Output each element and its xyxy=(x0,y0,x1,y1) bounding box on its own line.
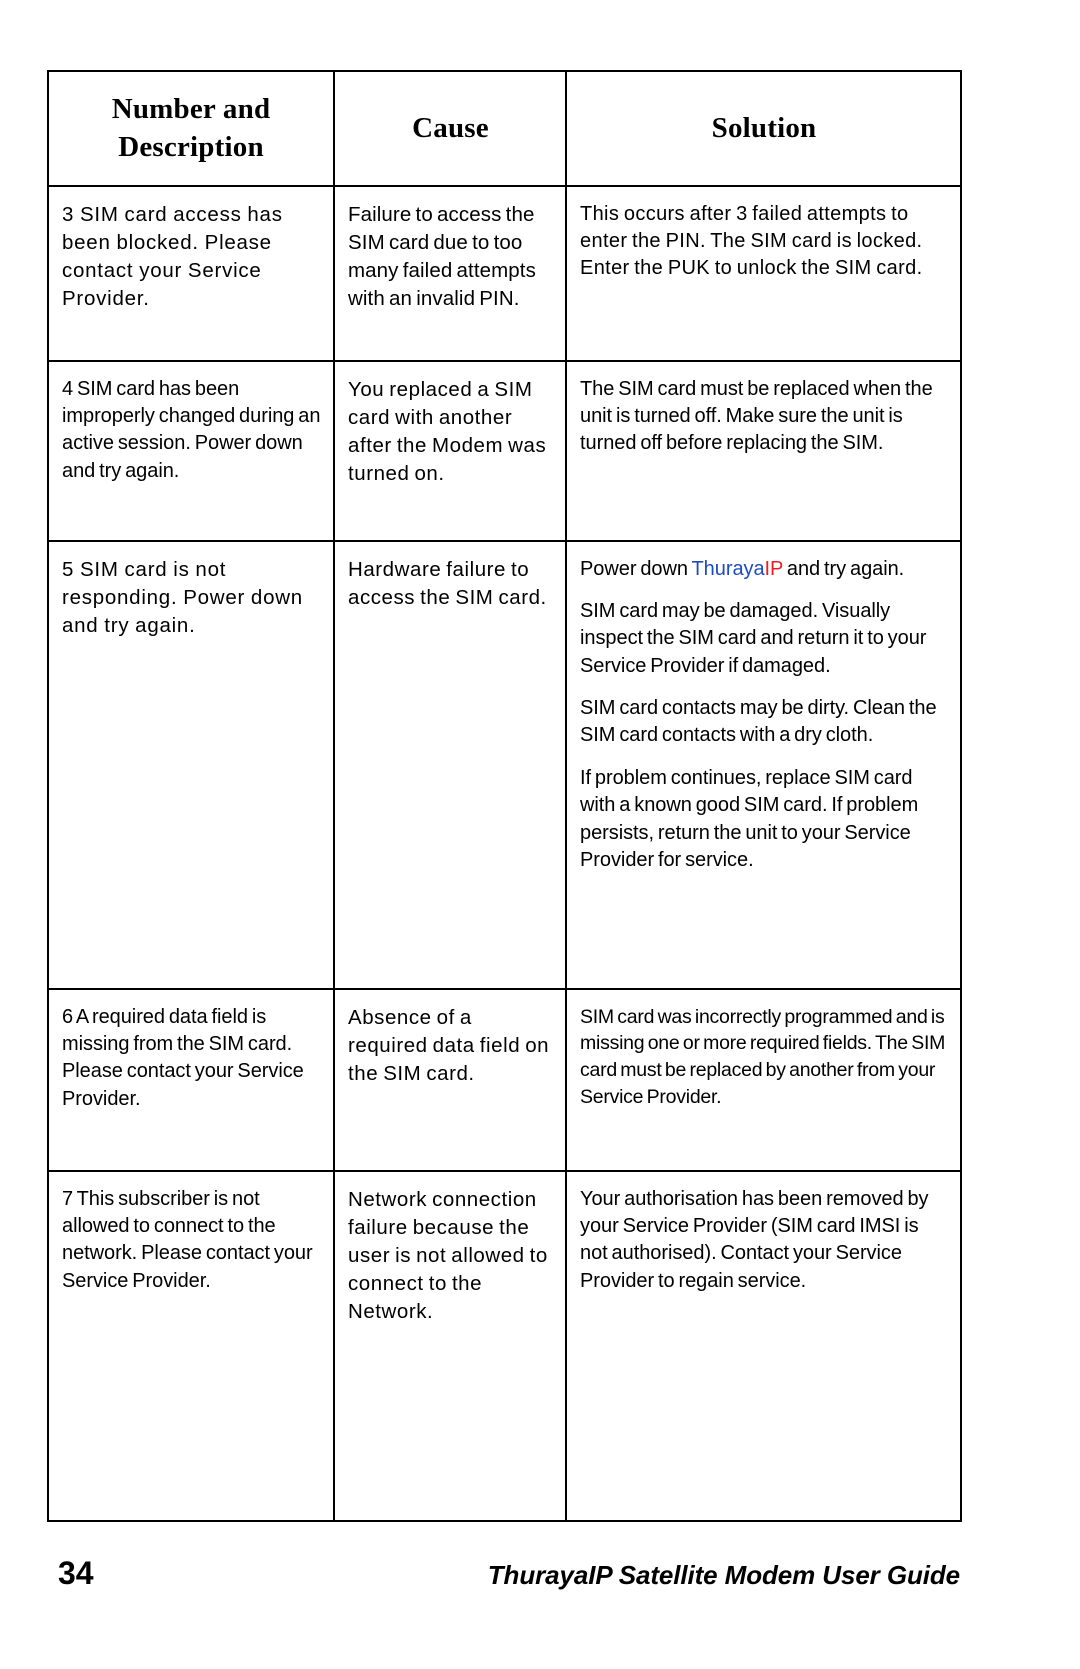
solution-paragraph: SIM card was incorrectly programmed and … xyxy=(580,1005,946,1108)
solution-paragraph: Your authorisation has been removed by y… xyxy=(580,1187,929,1292)
cell-number-description: 3 SIM card access has been blocked. Plea… xyxy=(47,184,335,362)
cell-solution: Your authorisation has been removed by y… xyxy=(565,1169,962,1522)
table-row: 5 SIM card is not responding. Power down… xyxy=(47,539,962,990)
solution-text-suffix: and try again. xyxy=(782,557,905,580)
cell-solution: SIM card was incorrectly programmed and … xyxy=(565,987,962,1172)
table-row: 6 A required data field is missing from … xyxy=(47,987,962,1172)
table-row: 4 SIM card has been improperly changed d… xyxy=(47,359,962,542)
document-page: Number and Description Cause Solution 3 … xyxy=(0,0,1080,1669)
solution-paragraph: If problem continues, replace SIM card w… xyxy=(580,766,919,872)
solution-paragraph: This occurs after 3 failed attempts to e… xyxy=(580,202,923,280)
cell-cause: Network connection failure because the u… xyxy=(333,1169,567,1522)
solution-paragraph-power-down: Power down ThurayaIP and try again. xyxy=(580,556,948,583)
solution-paragraph: The SIM card must be replaced when the u… xyxy=(580,377,933,455)
error-code-table: Number and Description Cause Solution 3 … xyxy=(47,70,962,1522)
cell-solution: The SIM card must be replaced when the u… xyxy=(565,359,962,542)
cell-number-description: 7 This subscriber is not allowed to conn… xyxy=(47,1169,335,1522)
cell-cause: Failure to access the SIM card due to to… xyxy=(333,184,567,362)
footer-guide-title: ThurayaIP Satellite Modem User Guide xyxy=(487,1560,960,1590)
table-body: 3 SIM card access has been blocked. Plea… xyxy=(47,184,962,1522)
page-number: 34 xyxy=(58,1555,94,1591)
cell-cause: Hardware failure to access the SIM card. xyxy=(333,539,567,990)
solution-paragraph: SIM card contacts may be dirty. Clean th… xyxy=(580,697,937,747)
solution-text-prefix: Power down xyxy=(580,557,692,580)
cell-number-description: 6 A required data field is missing from … xyxy=(47,987,335,1172)
table-header: Number and Description Cause Solution xyxy=(47,70,962,187)
cell-number-description: 5 SIM card is not responding. Power down… xyxy=(47,539,335,990)
brand-thuraya-text: Thuraya xyxy=(691,557,765,580)
cell-cause: Absence of a required data field on the … xyxy=(333,987,567,1172)
column-header-number-line1: Number and xyxy=(111,93,271,125)
cell-number-description: 4 SIM card has been improperly changed d… xyxy=(47,359,335,542)
cell-cause: You replaced a SIM card with another aft… xyxy=(333,359,567,542)
solution-paragraph: SIM card may be damaged. Visually inspec… xyxy=(580,599,927,677)
cell-solution: This occurs after 3 failed attempts to e… xyxy=(565,184,962,362)
column-header-number-line2: Description xyxy=(118,131,264,164)
table-row: 3 SIM card access has been blocked. Plea… xyxy=(47,184,962,362)
table-row: 7 This subscriber is not allowed to conn… xyxy=(47,1169,962,1522)
cell-solution: Power down ThurayaIP and try again. SIM … xyxy=(565,539,962,990)
column-header-cause: Cause xyxy=(333,70,567,187)
column-header-solution: Solution xyxy=(565,70,962,187)
error-code-table-wrapper: Number and Description Cause Solution 3 … xyxy=(47,70,962,1522)
brand-ip-text: IP xyxy=(764,557,783,580)
column-header-number-description: Number and Description xyxy=(47,70,335,187)
table-header-row: Number and Description Cause Solution xyxy=(47,70,962,187)
page-footer: 34 ThurayaIP Satellite Modem User Guide xyxy=(47,1555,960,1601)
